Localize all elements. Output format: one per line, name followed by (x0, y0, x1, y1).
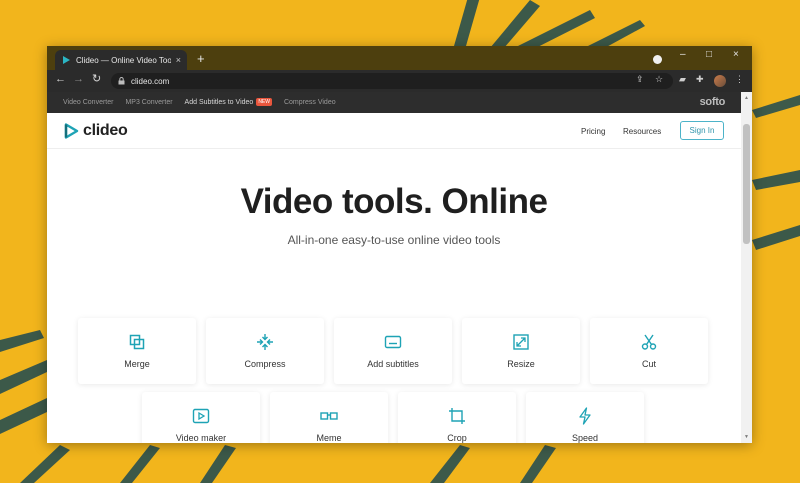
bookmark-star-icon[interactable]: ☆ (655, 75, 663, 84)
menu-kebab-icon[interactable]: ⋮ (735, 75, 744, 84)
tool-label-crop: Crop (447, 433, 467, 443)
compress-icon (257, 334, 273, 350)
tab-title: Clideo — Online Video Tools (76, 55, 171, 65)
tab-close-icon[interactable]: × (176, 55, 181, 65)
address-bar[interactable]: clideo.com (111, 73, 673, 89)
softo-logo[interactable]: softo (700, 96, 726, 108)
profile-indicator-icon[interactable] (653, 55, 662, 64)
hero-subtitle: All-in-one easy-to-use online video tool… (287, 233, 501, 247)
softo-link-mp3-converter[interactable]: MP3 Converter (125, 99, 172, 106)
new-badge: NEW (256, 98, 272, 107)
reload-icon[interactable]: ↻ (92, 74, 101, 85)
tool-tile-cut[interactable]: Cut (590, 318, 708, 384)
minimize-button[interactable]: – (680, 50, 686, 60)
clideo-favicon-icon (63, 56, 70, 64)
close-window-button[interactable]: × (733, 50, 739, 60)
tool-tile-merge[interactable]: Merge (78, 318, 196, 384)
clideo-logo-text: clideo (83, 122, 128, 139)
tool-label-compress: Compress (244, 359, 286, 369)
new-tab-button[interactable]: + (197, 52, 205, 65)
maximize-button[interactable]: □ (706, 50, 712, 60)
crop-icon (449, 408, 465, 424)
subtitles-icon (384, 335, 402, 349)
sign-in-button[interactable]: Sign In (680, 121, 724, 140)
softo-bar: Video Converter MP3 Converter Add Subtit… (47, 92, 741, 113)
lightning-icon (579, 407, 591, 425)
scroll-down-icon[interactable]: ▼ (743, 434, 750, 440)
share-icon[interactable]: ⇪ (636, 75, 644, 84)
merge-icon (129, 334, 145, 350)
hero-title: Video tools. Online (240, 182, 548, 221)
tool-tile-meme[interactable]: Meme (270, 392, 388, 443)
tool-tile-crop[interactable]: Crop (398, 392, 516, 443)
extensions-puzzle-icon[interactable]: ✚ (696, 75, 704, 84)
browser-titlebar: Clideo — Online Video Tools × + – □ × (47, 46, 752, 70)
softo-link-compress-video[interactable]: Compress Video (284, 99, 336, 106)
nav-pricing[interactable]: Pricing (581, 127, 605, 136)
tool-label-add-subtitles: Add subtitles (367, 359, 419, 369)
site-header: clideo Pricing Resources Sign In (47, 113, 741, 149)
softo-link-add-subtitles[interactable]: Add Subtitles to Video NEW (184, 98, 272, 107)
clideo-logo[interactable]: clideo (64, 122, 128, 140)
tool-tile-speed[interactable]: Speed (526, 392, 644, 443)
tool-tile-resize[interactable]: Resize (462, 318, 580, 384)
resize-icon (513, 334, 529, 350)
tool-label-cut: Cut (641, 359, 656, 369)
play-icon (192, 408, 210, 424)
clideo-page: clideo Pricing Resources Sign In Video t… (47, 113, 741, 443)
page-scrollbar[interactable]: ▲ ▼ (741, 92, 752, 443)
browser-tab[interactable]: Clideo — Online Video Tools × (55, 50, 187, 70)
tool-label-merge: Merge (124, 359, 150, 369)
nav-resources[interactable]: Resources (623, 127, 661, 136)
url-text: clideo.com (131, 76, 170, 86)
tool-label-speed: Speed (571, 433, 599, 443)
forward-arrow-icon[interactable]: → (73, 74, 84, 85)
scissors-icon (641, 334, 657, 350)
tool-tile-compress[interactable]: Compress (206, 318, 324, 384)
tool-label-video-maker: Video maker (175, 433, 227, 443)
extension-tag-icon[interactable]: ▰ (679, 75, 686, 84)
browser-toolbar: ← → ↻ clideo.com ⇪ ☆ ▰ ✚ ⋮ (47, 70, 752, 92)
softo-link-video-converter[interactable]: Video Converter (63, 99, 113, 106)
tool-label-meme: Meme (316, 433, 342, 443)
browser-window: Clideo — Online Video Tools × + – □ × ← … (47, 46, 752, 443)
profile-avatar[interactable] (714, 75, 726, 87)
scroll-thumb[interactable] (743, 124, 750, 244)
back-arrow-icon[interactable]: ← (55, 74, 66, 85)
tool-tile-add-subtitles[interactable]: Add subtitles (334, 318, 452, 384)
scroll-up-icon[interactable]: ▲ (743, 95, 750, 101)
lock-icon (118, 77, 125, 85)
tool-tile-video-maker[interactable]: Video maker (142, 392, 260, 443)
glasses-icon (320, 412, 338, 420)
clideo-logo-icon (64, 123, 79, 139)
tool-label-resize: Resize (507, 359, 535, 369)
softo-link-add-subtitles-label: Add Subtitles to Video (184, 99, 254, 106)
